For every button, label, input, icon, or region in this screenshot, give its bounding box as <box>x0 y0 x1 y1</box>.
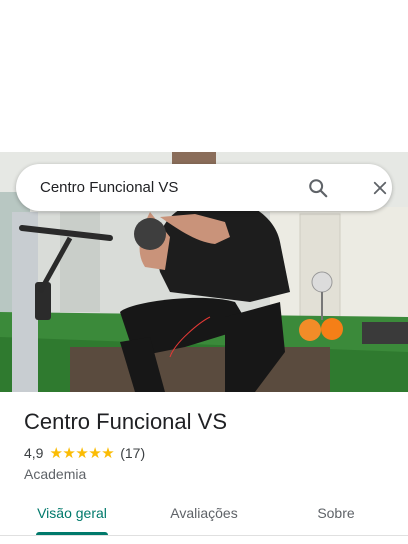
tab-about[interactable]: Sobre <box>296 496 376 536</box>
star-icon: ★ <box>75 444 89 462</box>
clear-search-button[interactable] <box>364 172 396 204</box>
rating-summary[interactable]: 4,9 ★ ★ ★ ★ ★ (17) <box>24 444 145 462</box>
search-icon <box>309 179 328 198</box>
star-icon: ★ <box>49 444 63 462</box>
tab-reviews[interactable]: Avaliações <box>152 496 256 536</box>
star-icon: ★ <box>88 444 102 462</box>
tab-overview[interactable]: Visão geral <box>24 496 120 536</box>
star-icon: ★ <box>62 444 76 462</box>
place-category[interactable]: Academia <box>24 465 86 483</box>
search-input[interactable]: Centro Funcional VS <box>40 164 178 211</box>
rating-value: 4,9 <box>24 445 44 461</box>
place-details-panel: Centro Funcional VS Centro Funcional VS … <box>0 0 408 544</box>
close-icon <box>373 181 387 195</box>
tabs-divider <box>0 535 408 536</box>
place-title: Centro Funcional VS <box>24 409 227 434</box>
search-button[interactable] <box>302 172 334 204</box>
star-rating: ★ ★ ★ ★ ★ <box>49 446 114 461</box>
search-bar[interactable]: Centro Funcional VS <box>16 164 392 211</box>
review-count[interactable]: (17) <box>120 445 145 461</box>
place-tabs: Visão geral Avaliações Sobre <box>0 496 408 540</box>
star-icon: ★ <box>101 444 115 462</box>
